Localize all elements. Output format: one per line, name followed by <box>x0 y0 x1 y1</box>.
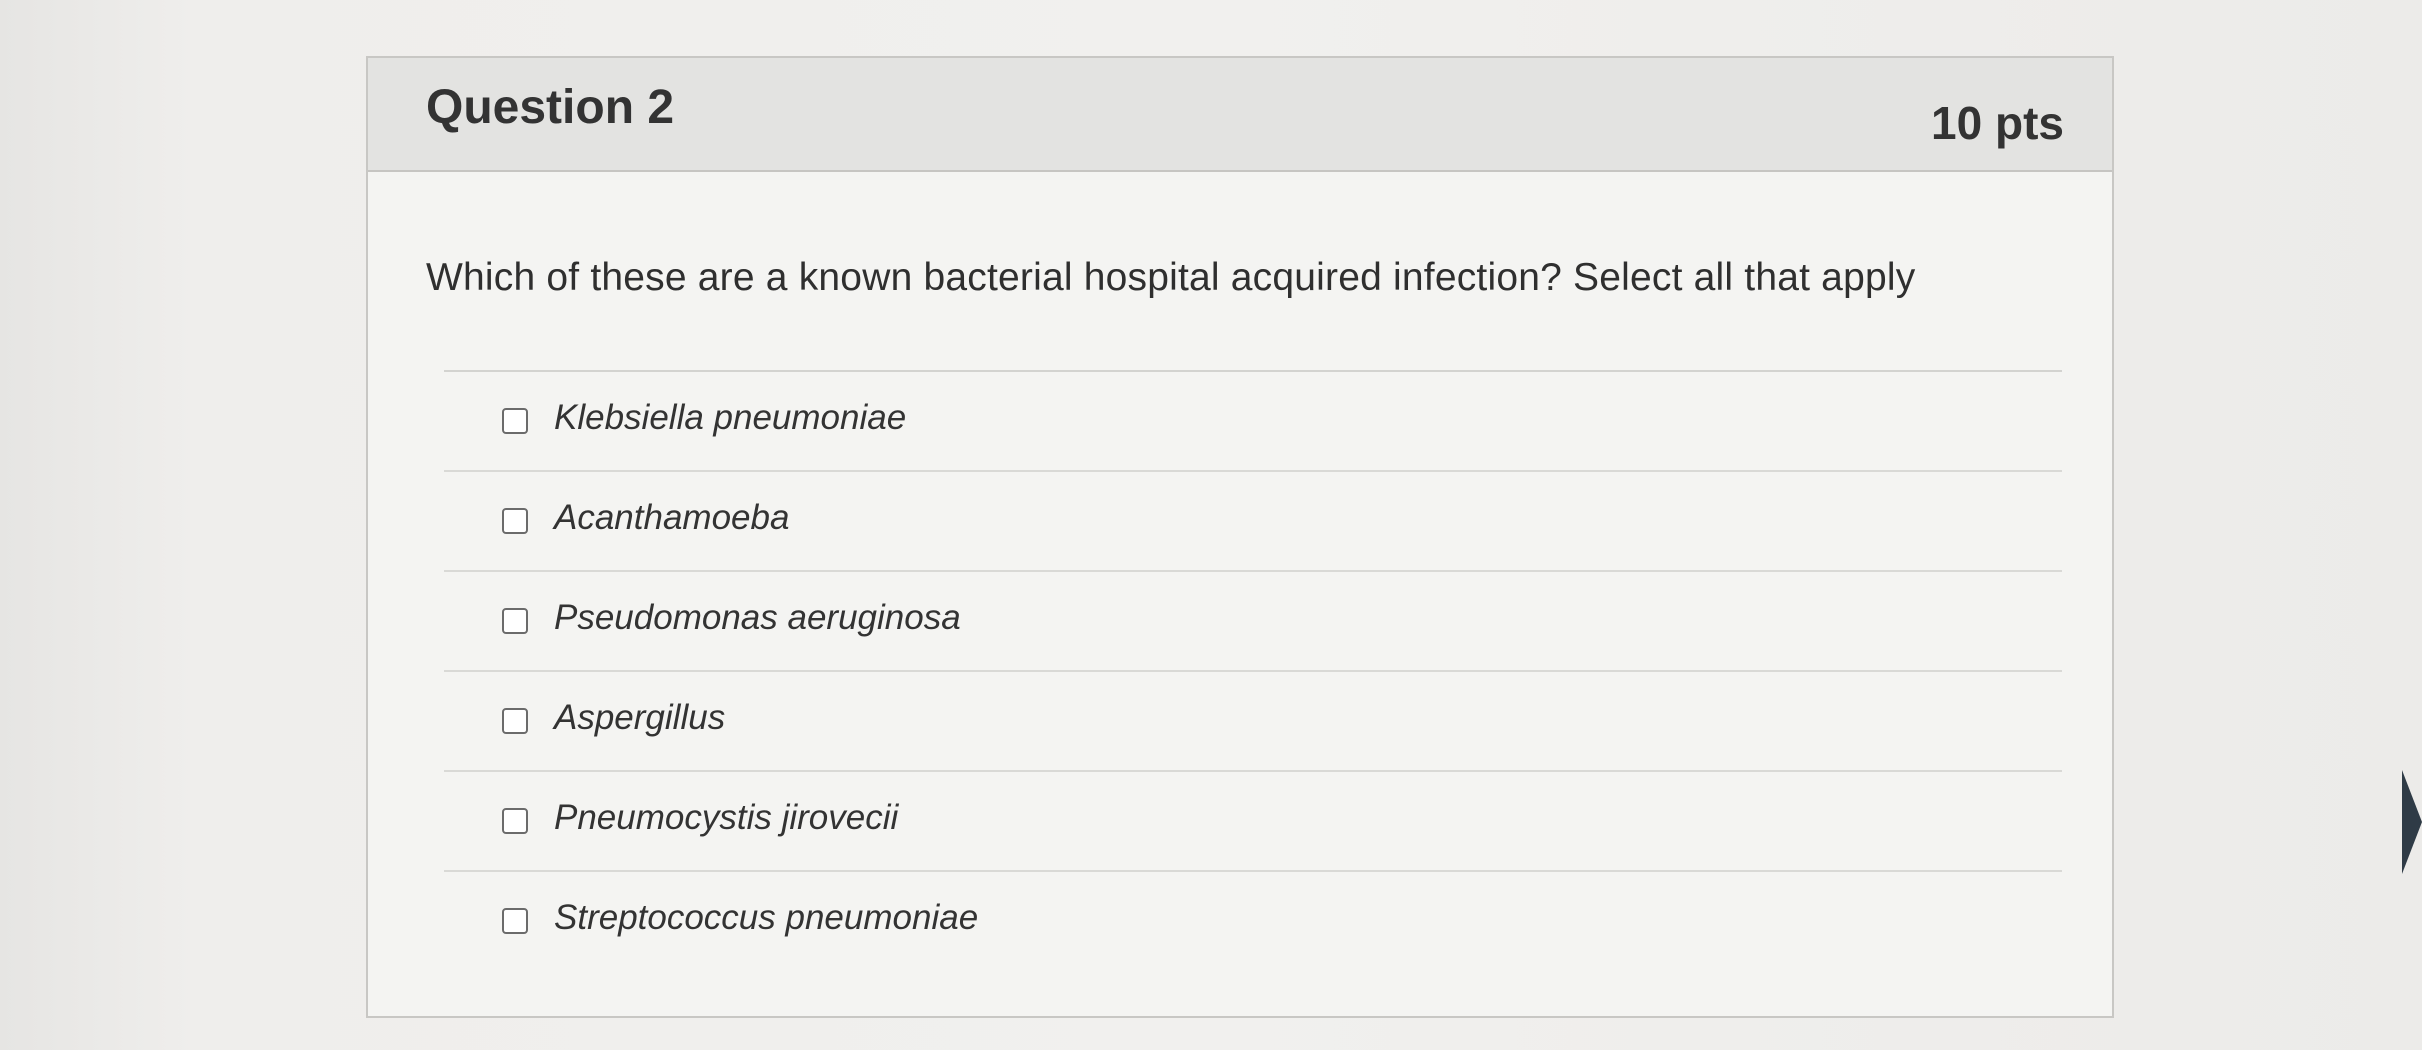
chevron-right-icon[interactable] <box>2402 770 2422 874</box>
question-header: Question 2 10 pts <box>368 58 2112 172</box>
quiz-page: Question 2 10 pts Which of these are a k… <box>0 0 2422 1050</box>
answer-label[interactable]: Aspergillus <box>554 698 725 738</box>
checkbox[interactable] <box>502 608 528 634</box>
question-title: Question 2 <box>426 81 675 134</box>
answer-label[interactable]: Pseudomonas aeruginosa <box>554 598 961 638</box>
answer-label[interactable]: Streptococcus pneumoniae <box>554 898 978 938</box>
answer-option[interactable]: Pseudomonas aeruginosa <box>444 570 2062 670</box>
checkbox[interactable] <box>502 408 528 434</box>
answer-label[interactable]: Pneumocystis jirovecii <box>554 798 898 838</box>
answer-list: Klebsiella pneumoniae Acanthamoeba Pseud… <box>444 370 2062 970</box>
answer-option[interactable]: Pneumocystis jirovecii <box>444 770 2062 870</box>
checkbox[interactable] <box>502 808 528 834</box>
question-points: 10 pts <box>1931 97 2064 149</box>
answer-option[interactable]: Klebsiella pneumoniae <box>444 370 2062 470</box>
answer-option[interactable]: Acanthamoeba <box>444 470 2062 570</box>
checkbox[interactable] <box>502 508 528 534</box>
checkbox[interactable] <box>502 908 528 934</box>
question-card: Question 2 10 pts Which of these are a k… <box>366 56 2114 1018</box>
answer-option[interactable]: Streptococcus pneumoniae <box>444 870 2062 970</box>
question-prompt: Which of these are a known bacterial hos… <box>426 256 1916 299</box>
answer-label[interactable]: Klebsiella pneumoniae <box>554 398 906 438</box>
answer-option[interactable]: Aspergillus <box>444 670 2062 770</box>
answer-label[interactable]: Acanthamoeba <box>554 498 789 538</box>
checkbox[interactable] <box>502 708 528 734</box>
